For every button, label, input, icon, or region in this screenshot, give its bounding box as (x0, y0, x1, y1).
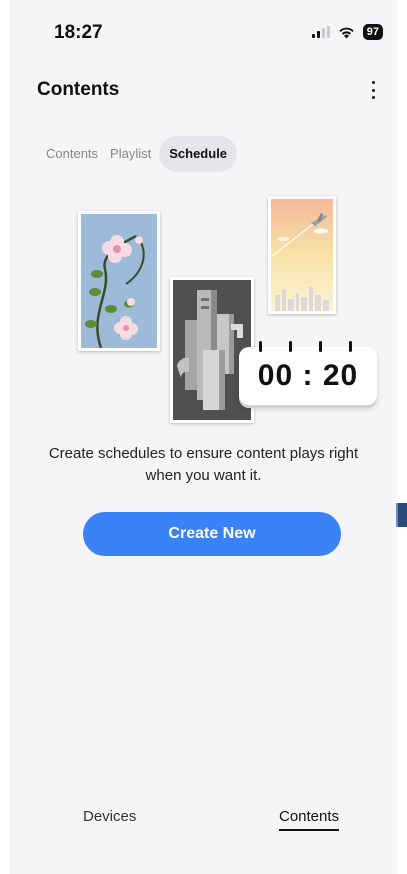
flower-image-card (78, 211, 160, 351)
tab-bar: Contents Playlist Schedule (40, 136, 238, 172)
schedule-illustration: 00 : 20 (10, 190, 397, 430)
nav-item-devices[interactable]: Devices (83, 808, 136, 825)
tab-schedule[interactable]: Schedule (159, 136, 238, 172)
floating-edge-handle[interactable] (396, 503, 407, 527)
tab-contents[interactable]: Contents (40, 136, 104, 172)
wifi-icon (339, 27, 354, 38)
status-time: 18:27 (54, 22, 103, 43)
nav-item-contents[interactable]: Contents (279, 808, 340, 831)
create-new-button[interactable]: Create New (83, 512, 341, 556)
calendar-rings-icon (239, 341, 377, 353)
status-icons: 97 (311, 24, 383, 40)
app-screen: 18:27 97 Contents Contents Playlist Sche… (10, 0, 397, 874)
signal-icon (311, 26, 330, 38)
timer-text: 00 : 20 (257, 359, 359, 392)
battery-icon: 97 (362, 24, 383, 40)
page-title: Contents (37, 79, 120, 100)
airplane-image (271, 199, 333, 311)
flower-image (81, 214, 157, 348)
bottom-nav: Devices Contents (10, 808, 397, 836)
airplane-image-card (268, 196, 336, 314)
tab-playlist[interactable]: Playlist (104, 136, 157, 172)
empty-state-message: Create schedules to ensure content plays… (48, 445, 359, 484)
timer-display: 00 : 20 (239, 341, 377, 405)
more-vertical-icon[interactable] (367, 78, 379, 102)
